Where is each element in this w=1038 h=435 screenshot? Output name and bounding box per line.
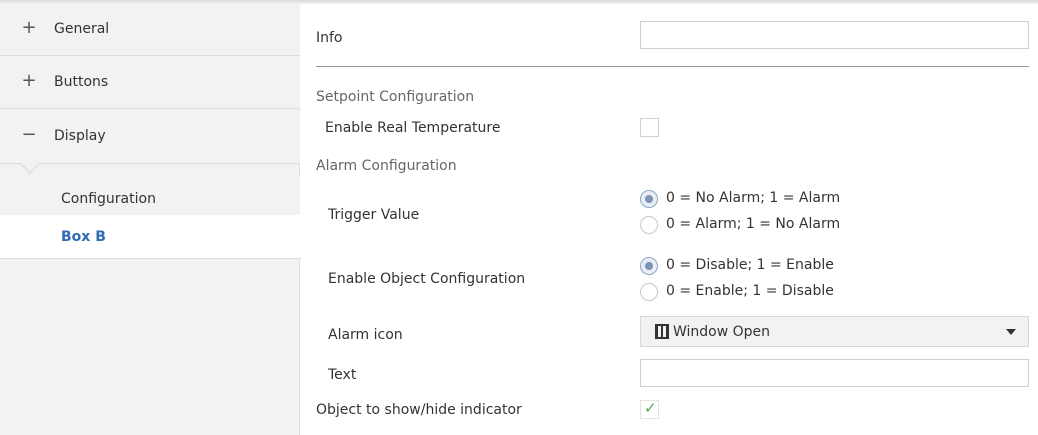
alarm-icon-dropdown[interactable]: Window Open xyxy=(640,316,1029,347)
window-open-icon xyxy=(655,324,669,339)
radio-unselected-icon[interactable] xyxy=(640,216,658,234)
radio-unselected-icon[interactable] xyxy=(640,283,658,301)
enable-object-configuration-label: Enable Object Configuration xyxy=(328,271,526,287)
dropdown-arrow-icon[interactable] xyxy=(1006,329,1016,335)
expand-plus-icon[interactable]: + xyxy=(19,70,39,91)
radio-label: 0 = Alarm; 1 = No Alarm xyxy=(666,216,841,232)
collapse-minus-icon[interactable]: − xyxy=(19,124,39,145)
alarm-icon-label: Alarm icon xyxy=(328,327,403,343)
parameter-window: + General + Buttons − Display Configurat… xyxy=(0,0,1038,435)
alarm-section-title: Alarm Configuration xyxy=(316,158,457,174)
enable-object-option-1[interactable]: 0 = Disable; 1 = Enable xyxy=(640,255,940,277)
radio-label: 0 = Disable; 1 = Enable xyxy=(666,257,834,273)
info-field[interactable] xyxy=(640,21,1029,49)
radio-label: 0 = Enable; 1 = Disable xyxy=(666,283,834,299)
trigger-option-1[interactable]: 0 = No Alarm; 1 = Alarm xyxy=(640,188,940,210)
sidebar-group-label: General xyxy=(54,21,110,37)
trigger-value-label: Trigger Value xyxy=(328,207,420,223)
text-field[interactable] xyxy=(640,359,1029,387)
separator-line xyxy=(316,66,1029,67)
sidebar-item-label: Box B xyxy=(61,229,106,245)
radio-label: 0 = No Alarm; 1 = Alarm xyxy=(666,190,841,206)
radio-selected-icon[interactable] xyxy=(640,257,658,275)
parameter-panel: Info Setpoint Configuration Enable Real … xyxy=(301,4,1038,435)
dropdown-value: Window Open xyxy=(673,324,771,340)
expanded-pointer-fill xyxy=(20,162,40,172)
sidebar-group-display[interactable]: − Display xyxy=(0,111,300,163)
sidebar-group-label: Display xyxy=(54,128,106,144)
object-indicator-checkbox[interactable]: ✓ xyxy=(640,399,659,419)
enable-real-temperature-checkbox[interactable] xyxy=(640,118,659,137)
enable-object-option-2[interactable]: 0 = Enable; 1 = Disable xyxy=(640,281,940,303)
expand-plus-icon[interactable]: + xyxy=(19,17,39,38)
checkmark-icon: ✓ xyxy=(644,399,657,417)
sidebar: + General + Buttons − Display Configurat… xyxy=(0,4,301,435)
sidebar-group-label: Buttons xyxy=(54,74,109,90)
text-label: Text xyxy=(328,367,357,383)
trigger-option-2[interactable]: 0 = Alarm; 1 = No Alarm xyxy=(640,214,940,236)
enable-real-temperature-label: Enable Real Temperature xyxy=(325,120,501,136)
sidebar-item-box-b[interactable]: Box B xyxy=(0,215,301,259)
sidebar-group-buttons[interactable]: + Buttons xyxy=(0,57,300,109)
sidebar-item-label: Configuration xyxy=(61,191,156,207)
setpoint-section-title: Setpoint Configuration xyxy=(316,89,475,105)
group-divider xyxy=(0,163,300,164)
sidebar-group-general[interactable]: + General xyxy=(0,4,300,56)
info-label: Info xyxy=(316,30,343,46)
object-indicator-label: Object to show/hide indicator xyxy=(316,402,522,418)
radio-selected-icon[interactable] xyxy=(640,190,658,208)
